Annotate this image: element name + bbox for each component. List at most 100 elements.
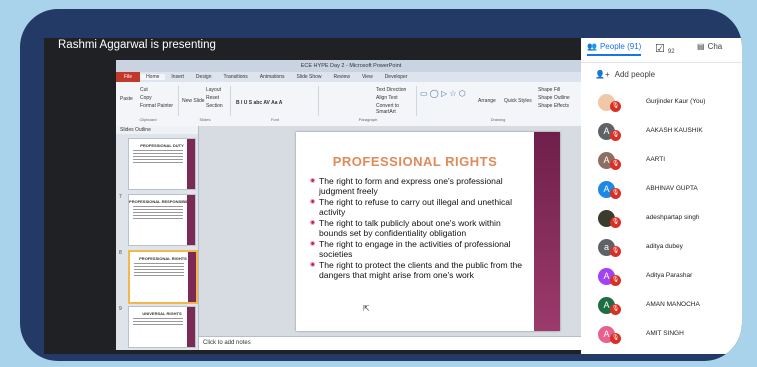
notes-field[interactable]: Click to add notes [199,336,586,350]
slide-title: PROFESSIONAL RIGHTS [332,154,498,169]
arrange-button[interactable]: Arrange [478,98,496,104]
tab-people[interactable]: 👥 People (91) [587,42,642,56]
bullet-item: The right to form and express one's prof… [310,176,526,196]
participant-name: Gurjinder Kaur (You) [646,98,706,105]
paste-button[interactable]: Paste [120,96,133,102]
menu-insert[interactable]: Insert [165,74,190,80]
mic-muted-icon: 🎙 [610,188,621,199]
copy-button[interactable]: Copy [140,95,152,101]
mic-muted-icon: 🎙 [610,246,621,257]
shape-effects-button[interactable]: Shape Effects [538,103,569,109]
mic-muted-icon: 🎙 [610,101,621,112]
menu-file[interactable]: File [116,72,141,82]
reset-button[interactable]: Reset [206,95,219,101]
thumb-title: PROFESSIONAL RESPONSIBILITY [129,199,195,204]
font-label: Font [270,117,279,122]
tab-tasks[interactable]: ☑ 92 [655,42,675,55]
current-slide[interactable]: PROFESSIONAL RIGHTS The right to form an… [296,132,560,331]
participant-row[interactable]: A 🎙 AMAN MANOCHA [581,293,742,322]
slides-label: Slides [199,117,211,122]
people-icon: 👥 [587,42,597,51]
menu-view[interactable]: View [356,74,379,80]
thumb-number: 9 [119,306,122,312]
participant-row[interactable]: A 🎙 ABHINAV GUPTA [581,177,742,206]
bullet-item: The right to talk publicly about one's w… [310,218,526,238]
add-person-icon: 👤+ [595,70,610,79]
thumb-number: 7 [119,194,122,200]
slide-thumbnail[interactable]: PROFESSIONAL DUTY [128,138,196,190]
slide-thumbnail-selected[interactable]: PROFESSIONAL RIGHTS [128,250,198,304]
mic-muted-icon: 🎙 [610,333,621,344]
cut-button[interactable]: Cut [140,87,148,93]
shape-outline-button[interactable]: Shape Outline [538,95,570,101]
mic-muted-icon: 🎙 [610,130,621,141]
participant-row[interactable]: A 🎙 AARTI [581,148,742,177]
ppt-ribbon: Paste Cut Copy Format Painter Clipboard … [116,82,586,127]
clipboard-label: Clipboard [139,117,157,122]
font-format-buttons[interactable]: B I U S abc AV Aa A [236,100,282,106]
people-panel: 👥 People (91) ☑ 92 ▤ Cha 👤+ Add people 🎙… [581,38,742,354]
menu-design[interactable]: Design [190,74,218,80]
slide-bullets: The right to form and express one's prof… [310,176,526,281]
participant-name: ABHINAV GUPTA [646,185,698,192]
menu-home[interactable]: Home [140,74,166,80]
ppt-workspace: Slides Outline PROFESSIONAL DUTY 7 PROFE… [116,126,586,350]
slide-decoration [534,132,560,331]
menu-slide-show[interactable]: Slide Show [291,74,328,80]
bullet-item: The right to engage in the activities of… [310,239,526,259]
shapes-gallery[interactable]: ▭ ◯ ▷ ☆ ⬡ [420,89,466,98]
quick-styles-button[interactable]: Quick Styles [504,98,532,104]
menu-transitions[interactable]: Transitions [218,74,254,80]
align-text-button[interactable]: Align Text [376,95,398,101]
section-button[interactable]: Section [206,103,223,109]
thumb-number: 8 [119,250,122,256]
participant-row[interactable]: 🎙 Gurjinder Kaur (You) [581,90,742,119]
participant-row[interactable]: A 🎙 AAKASH KAUSHIK [581,119,742,148]
font-group: B I U S abc AV Aa A Font [232,86,319,122]
participant-name: AARTI [646,156,666,163]
new-slide-button[interactable]: New Slide [182,98,205,104]
menu-review[interactable]: Review [328,74,356,80]
participant-row[interactable]: 🎙 adeshpartap singh [581,206,742,235]
panel-tabs: 👥 People (91) ☑ 92 ▤ Cha [581,38,742,63]
checkbox-icon: ☑ [655,43,665,55]
menu-developer[interactable]: Developer [379,74,414,80]
thumb-title: UNIVERSAL RIGHTS [142,311,182,316]
drawing-group: ▭ ◯ ▷ ☆ ⬡ Arrange Quick Styles Shape Fil… [418,86,578,122]
participant-name: Aditya Parashar [646,272,693,279]
presenter-label: Rashmi Aggarwal is presenting [58,39,216,51]
participant-row[interactable]: a 🎙 aditya dubey [581,235,742,264]
participant-row[interactable]: A 🎙 Aditya Parashar [581,264,742,293]
device-frame: Rashmi Aggarwal is presenting ECE HYPE D… [20,9,742,361]
slides-group: New Slide Layout Reset Section Slides [180,86,231,122]
text-direction-button[interactable]: Text Direction [376,87,406,93]
layout-button[interactable]: Layout [206,87,221,93]
mouse-cursor-icon: ⇱ [363,304,370,313]
meeting-window: Rashmi Aggarwal is presenting ECE HYPE D… [44,38,742,354]
participant-name: AAKASH KAUSHIK [646,127,703,134]
paragraph-label: Paragraph [358,117,378,122]
shape-fill-button[interactable]: Shape Fill [538,87,560,93]
tasks-tab-label: 92 [667,48,675,55]
slide-thumbnail[interactable]: UNIVERSAL RIGHTS [128,306,196,348]
participant-name: adeshpartap singh [646,214,700,221]
clipboard-group: Paste Cut Copy Format Painter Clipboard [118,86,179,122]
thumb-title: PROFESSIONAL RIGHTS [139,256,187,261]
tab-chat[interactable]: ▤ Cha [697,42,722,51]
participant-name: AMIT SINGH [646,330,684,337]
slide-canvas: PROFESSIONAL RIGHTS The right to form an… [199,126,586,336]
mic-muted-icon: 🎙 [610,159,621,170]
menu-animations[interactable]: Animations [254,74,291,80]
slide-thumbnail[interactable]: PROFESSIONAL RESPONSIBILITY [128,194,196,246]
bullet-item: The right to refuse to carry out illegal… [310,197,526,217]
add-people-button[interactable]: 👤+ Add people [595,70,655,79]
bullet-item: The right to protect the clients and the… [310,260,526,280]
chat-tab-label: Cha [707,42,723,51]
add-people-label: Add people [614,70,656,79]
pane-tabs[interactable]: Slides Outline [116,126,198,134]
format-painter-button[interactable]: Format Painter [140,103,173,109]
participant-list: 🎙 Gurjinder Kaur (You) A 🎙 AAKASH KAUSHIK A 🎙 A… [581,90,742,351]
participant-row[interactable]: A 🎙 AMIT SINGH [581,322,742,351]
chat-icon: ▤ [697,42,705,51]
convert-smartart-button[interactable]: Convert to SmartArt [376,103,416,115]
